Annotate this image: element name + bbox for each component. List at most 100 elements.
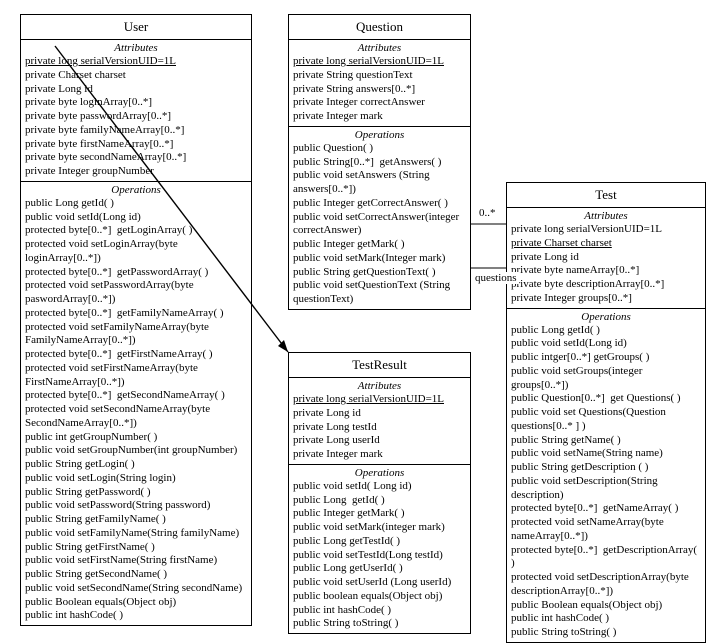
member-line: private Integer correctAnswer	[293, 96, 466, 110]
member-line: private byte loginArray[0..*]	[25, 96, 247, 110]
member-line: public void setUserId (Long userId)	[293, 576, 466, 590]
member-line: public Boolean equals(Object obj)	[25, 596, 247, 610]
member-line: public void setPassword(String password)	[25, 499, 247, 513]
member-line: protected void setLoginArray(byte loginA…	[25, 238, 247, 266]
attributes-label: Attributes	[293, 380, 466, 393]
member-line: private Long id	[511, 251, 701, 265]
member-line: private byte descriptionArray[0..*]	[511, 278, 701, 292]
ops-list: public Question( )public String[0..*] ge…	[293, 142, 466, 307]
member-line: public Long getId( )	[511, 324, 701, 338]
member-line: private Long id	[293, 407, 466, 421]
class-testresult: TestResult Attributes private long seria…	[288, 352, 471, 634]
class-testresult-operations: Operations public void setId( Long id)pu…	[289, 465, 470, 633]
member-line: public void setMark(integer mark)	[293, 521, 466, 535]
member-line: private Integer mark	[293, 448, 466, 462]
member-line: public void setId( Long id)	[293, 480, 466, 494]
member-line: public intger[0..*] getGroups( )	[511, 351, 701, 365]
member-line: public Boolean equals(Object obj)	[511, 599, 701, 613]
class-testresult-attributes: Attributes private long serialVersionUID…	[289, 378, 470, 465]
member-line: public int getGroupNumber( )	[25, 431, 247, 445]
member-line: public Long getUserId( )	[293, 562, 466, 576]
ops-list: public void setId( Long id)public Long g…	[293, 480, 466, 631]
member-line: private byte firstNameArray[0..*]	[25, 138, 247, 152]
class-test-title: Test	[507, 183, 705, 208]
class-question-attributes: Attributes private long serialVersionUID…	[289, 40, 470, 127]
member-line: private long serialVersionUID=1L	[293, 55, 466, 69]
attr-list: private long serialVersionUID=1Lprivate …	[293, 55, 466, 124]
member-line: public String getName( )	[511, 434, 701, 448]
member-line: protected byte[0..*] getDescriptionArray…	[511, 544, 701, 572]
class-user-attributes: Attributes private long serialVersionUID…	[21, 40, 251, 182]
member-line: public Question( )	[293, 142, 466, 156]
member-line: private Integer groups[0..*]	[511, 292, 701, 306]
member-line: protected void setFamilyNameArray(byte F…	[25, 321, 247, 349]
member-line: public Long getId( )	[293, 494, 466, 508]
class-question-title: Question	[289, 15, 470, 40]
attributes-label: Attributes	[511, 210, 701, 223]
member-line: public void set Questions(Question quest…	[511, 406, 701, 434]
operations-label: Operations	[293, 467, 466, 480]
member-line: public String getFirstName( )	[25, 541, 247, 555]
member-line: private long serialVersionUID=1L	[293, 393, 466, 407]
member-line: public String getFamilyName( )	[25, 513, 247, 527]
member-line: public void setDescription(String descri…	[511, 475, 701, 503]
member-line: private byte familyNameArray[0..*]	[25, 124, 247, 138]
member-line: public String[0..*] getAnswers( )	[293, 156, 466, 170]
member-line: private Charset charset	[511, 237, 701, 251]
member-line: public void setMark(Integer mark)	[293, 252, 466, 266]
uml-class-diagram: User Attributes private long serialVersi…	[10, 10, 707, 612]
member-line: protected byte[0..*] getPasswordArray( )	[25, 266, 247, 280]
member-line: public void setQuestionText (String ques…	[293, 279, 466, 307]
member-line: private String questionText	[293, 69, 466, 83]
attr-list: private long serialVersionUID=1Lprivate …	[511, 223, 701, 306]
member-line: public String toString( )	[293, 617, 466, 631]
member-line: private Integer mark	[293, 110, 466, 124]
member-line: public String getQuestionText( )	[293, 266, 466, 280]
member-line: public Integer getMark( )	[293, 507, 466, 521]
class-user-operations: Operations public Long getId( )public vo…	[21, 182, 251, 625]
member-line: public boolean equals(Object obj)	[293, 590, 466, 604]
member-line: private byte nameArray[0..*]	[511, 264, 701, 278]
class-test: Test Attributes private long serialVersi…	[506, 182, 706, 643]
member-line: protected void setPasswordArray(byte pas…	[25, 279, 247, 307]
operations-label: Operations	[511, 311, 701, 324]
member-line: protected byte[0..*] getFirstNameArray( …	[25, 348, 247, 362]
member-line: public void setGroups(integer groups[0..…	[511, 365, 701, 393]
member-line: private Charset charset	[25, 69, 247, 83]
member-line: protected void setFirstNameArray(byte Fi…	[25, 362, 247, 390]
member-line: protected void setSecondNameArray(byte S…	[25, 403, 247, 431]
member-line: private byte secondNameArray[0..*]	[25, 151, 247, 165]
member-line: public String getDescription ( )	[511, 461, 701, 475]
member-line: public Integer getCorrectAnswer( )	[293, 197, 466, 211]
member-line: private long serialVersionUID=1L	[511, 223, 701, 237]
member-line: public void setSecondName(String secondN…	[25, 582, 247, 596]
member-line: public int hashCode( )	[293, 604, 466, 618]
member-line: private byte passwordArray[0..*]	[25, 110, 247, 124]
ops-list: public Long getId( )public void setId(Lo…	[511, 324, 701, 640]
class-question: Question Attributes private long serialV…	[288, 14, 471, 310]
member-line: public String toString( )	[511, 626, 701, 640]
assoc-multiplicity: 0..*	[477, 207, 498, 219]
operations-label: Operations	[25, 184, 247, 197]
member-line: protected void setDescriptionArray(byte …	[511, 571, 701, 599]
operations-label: Operations	[293, 129, 466, 142]
member-line: public void setFirstName(String firstNam…	[25, 554, 247, 568]
attr-list: private long serialVersionUID=1Lprivate …	[25, 55, 247, 179]
ops-list: public Long getId( )public void setId(Lo…	[25, 197, 247, 623]
class-user: User Attributes private long serialVersi…	[20, 14, 252, 626]
member-line: protected byte[0..*] getSecondNameArray(…	[25, 389, 247, 403]
member-line: public void setTestId(Long testId)	[293, 549, 466, 563]
class-question-operations: Operations public Question( )public Stri…	[289, 127, 470, 309]
member-line: public void setCorrectAnswer(integer cor…	[293, 211, 466, 239]
member-line: private Integer groupNumber	[25, 165, 247, 179]
member-line: public Long getTestId( )	[293, 535, 466, 549]
member-line: private Long userId	[293, 434, 466, 448]
attr-list: private long serialVersionUID=1Lprivate …	[293, 393, 466, 462]
class-test-operations: Operations public Long getId( )public vo…	[507, 309, 705, 642]
member-line: public void setFamilyName(String familyN…	[25, 527, 247, 541]
member-line: public void setId(Long id)	[25, 211, 247, 225]
member-line: public String getSecondName( )	[25, 568, 247, 582]
member-line: public Integer getMark( )	[293, 238, 466, 252]
member-line: public Question[0..*] get Questions( )	[511, 392, 701, 406]
member-line: public void setAnswers (String answers[0…	[293, 169, 466, 197]
